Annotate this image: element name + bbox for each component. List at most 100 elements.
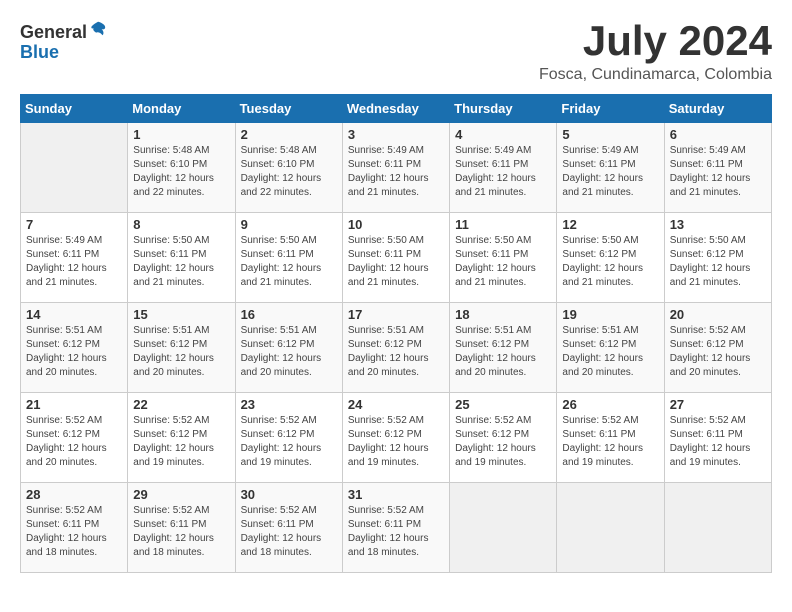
day-info: Sunrise: 5:52 AM Sunset: 6:11 PM Dayligh… [670, 414, 766, 470]
calendar-day-cell: 24 Sunrise: 5:52 AM Sunset: 6:12 PM Dayli… [342, 393, 449, 483]
calendar-day-cell: 26Sunrise: 5:52 AM Sunset: 6:11 PM Dayli… [557, 393, 664, 483]
day-number: 14 [26, 307, 122, 322]
day-info: Sunrise: 5:49 AM Sunset: 6:11 PM Dayligh… [26, 234, 122, 290]
calendar-day-cell: 15 Sunrise: 5:51 AM Sunset: 6:12 PM Dayli… [128, 303, 235, 393]
calendar-day-cell: 8 Sunrise: 5:50 AM Sunset: 6:11 PM Daylig… [128, 213, 235, 303]
day-number: 16 [241, 307, 337, 322]
logo-bird-icon [89, 20, 107, 38]
day-number: 18 [455, 307, 551, 322]
day-number: 6 [670, 127, 766, 142]
day-info: Sunrise: 5:52 AM Sunset: 6:12 PM Dayligh… [348, 414, 444, 470]
day-info: Sunrise: 5:50 AM Sunset: 6:11 PM Dayligh… [241, 234, 337, 290]
calendar-day-cell: 20 Sunrise: 5:52 AM Sunset: 6:12 PM Dayli… [664, 303, 771, 393]
column-header-thursday: Thursday [450, 95, 557, 123]
column-header-saturday: Saturday [664, 95, 771, 123]
calendar-day-cell [450, 483, 557, 573]
day-info: Sunrise: 5:49 AM Sunset: 6:11 PM Dayligh… [562, 144, 658, 200]
calendar-day-cell: 18 Sunrise: 5:51 AM Sunset: 6:12 PM Dayli… [450, 303, 557, 393]
day-info: Sunrise: 5:52 AM Sunset: 6:12 PM Dayligh… [670, 324, 766, 380]
day-info: Sunrise: 5:52 AM Sunset: 6:12 PM Dayligh… [455, 414, 551, 470]
day-number: 15 [133, 307, 229, 322]
day-number: 22 [133, 397, 229, 412]
day-info: Sunrise: 5:52 AM Sunset: 6:11 PM Dayligh… [241, 504, 337, 560]
day-number: 29 [133, 487, 229, 502]
day-number: 4 [455, 127, 551, 142]
calendar-day-cell: 7 Sunrise: 5:49 AM Sunset: 6:11 PM Daylig… [21, 213, 128, 303]
day-info: Sunrise: 5:51 AM Sunset: 6:12 PM Dayligh… [348, 324, 444, 380]
day-info: Sunrise: 5:52 AM Sunset: 6:11 PM Dayligh… [348, 504, 444, 560]
day-number: 10 [348, 217, 444, 232]
day-info: Sunrise: 5:50 AM Sunset: 6:11 PM Dayligh… [348, 234, 444, 290]
day-info: Sunrise: 5:51 AM Sunset: 6:12 PM Dayligh… [455, 324, 551, 380]
day-number: 12 [562, 217, 658, 232]
day-number: 28 [26, 487, 122, 502]
day-number: 1 [133, 127, 229, 142]
logo-general: General [20, 22, 87, 42]
calendar-day-cell: 23 Sunrise: 5:52 AM Sunset: 6:12 PM Dayli… [235, 393, 342, 483]
column-header-sunday: Sunday [21, 95, 128, 123]
calendar-day-cell [21, 123, 128, 213]
calendar-day-cell: 28Sunrise: 5:52 AM Sunset: 6:11 PM Dayli… [21, 483, 128, 573]
calendar-day-cell: 17 Sunrise: 5:51 AM Sunset: 6:12 PM Dayli… [342, 303, 449, 393]
day-info: Sunrise: 5:50 AM Sunset: 6:11 PM Dayligh… [455, 234, 551, 290]
calendar-day-cell [557, 483, 664, 573]
title-block: July 2024 Fosca, Cundinamarca, Colombia [539, 20, 772, 84]
logo-blue: Blue [20, 42, 59, 62]
day-number: 26 [562, 397, 658, 412]
day-info: Sunrise: 5:52 AM Sunset: 6:12 PM Dayligh… [26, 414, 122, 470]
month-year-title: July 2024 [539, 20, 772, 62]
calendar-day-cell: 11 Sunrise: 5:50 AM Sunset: 6:11 PM Dayli… [450, 213, 557, 303]
calendar-day-cell: 21 Sunrise: 5:52 AM Sunset: 6:12 PM Dayli… [21, 393, 128, 483]
calendar-day-cell: 1 Sunrise: 5:48 AM Sunset: 6:10 PM Daylig… [128, 123, 235, 213]
day-number: 25 [455, 397, 551, 412]
day-number: 31 [348, 487, 444, 502]
calendar-day-cell: 29 Sunrise: 5:52 AM Sunset: 6:11 PM Dayli… [128, 483, 235, 573]
logo: General Blue [20, 20, 107, 63]
day-number: 17 [348, 307, 444, 322]
calendar-header-row: SundayMondayTuesdayWednesdayThursdayFrid… [21, 95, 772, 123]
day-info: Sunrise: 5:52 AM Sunset: 6:11 PM Dayligh… [133, 504, 229, 560]
calendar-week-row: 14 Sunrise: 5:51 AM Sunset: 6:12 PM Dayli… [21, 303, 772, 393]
page-header: General Blue July 2024 Fosca, Cundinamar… [20, 20, 772, 84]
day-info: Sunrise: 5:49 AM Sunset: 6:11 PM Dayligh… [455, 144, 551, 200]
column-header-friday: Friday [557, 95, 664, 123]
calendar-day-cell: 9 Sunrise: 5:50 AM Sunset: 6:11 PM Daylig… [235, 213, 342, 303]
day-number: 24 [348, 397, 444, 412]
day-number: 3 [348, 127, 444, 142]
calendar-day-cell: 25 Sunrise: 5:52 AM Sunset: 6:12 PM Dayli… [450, 393, 557, 483]
calendar-table: SundayMondayTuesdayWednesdayThursdayFrid… [20, 94, 772, 573]
day-number: 11 [455, 217, 551, 232]
day-info: Sunrise: 5:52 AM Sunset: 6:12 PM Dayligh… [241, 414, 337, 470]
day-number: 20 [670, 307, 766, 322]
calendar-day-cell: 14 Sunrise: 5:51 AM Sunset: 6:12 PM Dayli… [21, 303, 128, 393]
day-number: 21 [26, 397, 122, 412]
day-number: 8 [133, 217, 229, 232]
day-info: Sunrise: 5:51 AM Sunset: 6:12 PM Dayligh… [133, 324, 229, 380]
day-number: 27 [670, 397, 766, 412]
day-number: 7 [26, 217, 122, 232]
day-number: 19 [562, 307, 658, 322]
day-info: Sunrise: 5:50 AM Sunset: 6:11 PM Dayligh… [133, 234, 229, 290]
day-number: 2 [241, 127, 337, 142]
calendar-week-row: 7 Sunrise: 5:49 AM Sunset: 6:11 PM Daylig… [21, 213, 772, 303]
calendar-day-cell: 31 Sunrise: 5:52 AM Sunset: 6:11 PM Dayli… [342, 483, 449, 573]
calendar-day-cell: 4 Sunrise: 5:49 AM Sunset: 6:11 PM Daylig… [450, 123, 557, 213]
day-info: Sunrise: 5:51 AM Sunset: 6:12 PM Dayligh… [26, 324, 122, 380]
column-header-monday: Monday [128, 95, 235, 123]
calendar-day-cell: 2Sunrise: 5:48 AM Sunset: 6:10 PM Daylig… [235, 123, 342, 213]
calendar-week-row: 21 Sunrise: 5:52 AM Sunset: 6:12 PM Dayli… [21, 393, 772, 483]
day-info: Sunrise: 5:49 AM Sunset: 6:11 PM Dayligh… [670, 144, 766, 200]
calendar-day-cell: 22Sunrise: 5:52 AM Sunset: 6:12 PM Dayli… [128, 393, 235, 483]
calendar-day-cell: 12 Sunrise: 5:50 AM Sunset: 6:12 PM Dayli… [557, 213, 664, 303]
location-subtitle: Fosca, Cundinamarca, Colombia [539, 66, 772, 84]
day-info: Sunrise: 5:48 AM Sunset: 6:10 PM Dayligh… [133, 144, 229, 200]
calendar-day-cell: 27 Sunrise: 5:52 AM Sunset: 6:11 PM Dayli… [664, 393, 771, 483]
day-info: Sunrise: 5:51 AM Sunset: 6:12 PM Dayligh… [562, 324, 658, 380]
day-number: 23 [241, 397, 337, 412]
day-number: 5 [562, 127, 658, 142]
day-number: 9 [241, 217, 337, 232]
calendar-day-cell: 10 Sunrise: 5:50 AM Sunset: 6:11 PM Dayli… [342, 213, 449, 303]
day-info: Sunrise: 5:50 AM Sunset: 6:12 PM Dayligh… [562, 234, 658, 290]
calendar-day-cell: 19 Sunrise: 5:51 AM Sunset: 6:12 PM Dayli… [557, 303, 664, 393]
day-number: 30 [241, 487, 337, 502]
